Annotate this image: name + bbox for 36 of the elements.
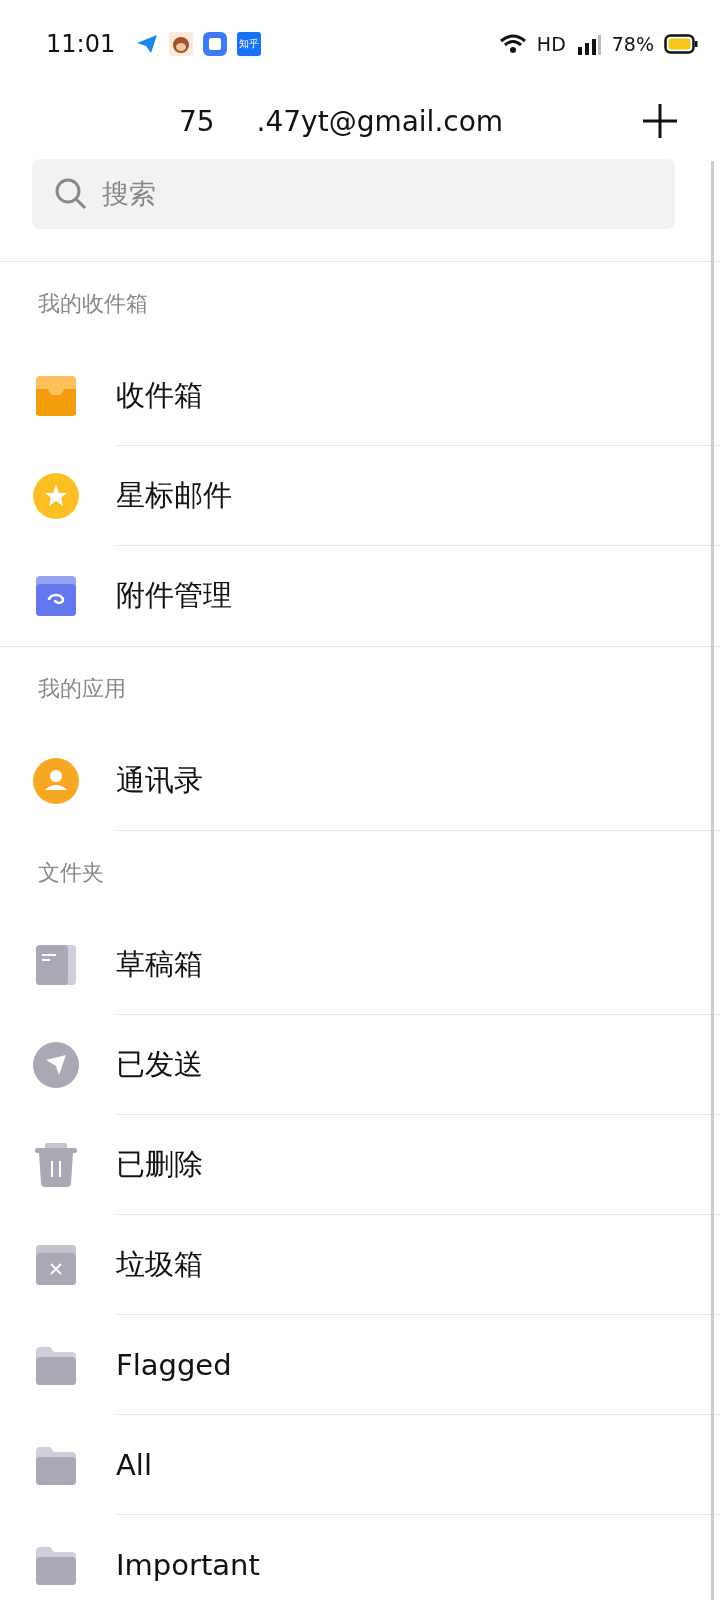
battery-percent: 78%: [611, 33, 654, 55]
section-title: 文件夹: [37, 859, 105, 887]
battery-icon: [664, 34, 698, 54]
folder-icon: [36, 1445, 76, 1485]
folder-item[interactable]: 星标邮件: [0, 446, 720, 546]
search-icon: [54, 177, 88, 211]
folder-item[interactable]: 已发送: [0, 1015, 720, 1115]
person-icon: [33, 758, 79, 804]
spam-box-icon: [36, 1245, 76, 1285]
folder-icon: [36, 1545, 76, 1585]
folder-icon: [36, 1345, 76, 1385]
folder-item[interactable]: Flagged: [0, 1315, 720, 1415]
network-label: HD: [536, 33, 566, 55]
folder-item[interactable]: 通讯录: [0, 731, 720, 831]
plus-icon[interactable]: [642, 103, 678, 139]
tray-icon: [36, 376, 76, 416]
signal-icon: [575, 33, 602, 55]
section-title: 我的收件箱: [37, 290, 149, 318]
account-email: .47yt@gmail.com: [256, 104, 504, 138]
folder-item[interactable]: 收件箱: [0, 346, 720, 446]
account-email: 75: [178, 104, 215, 138]
folder-item[interactable]: 垃圾箱: [0, 1215, 720, 1315]
document-icon: [36, 945, 76, 985]
app-icon: 知乎: [237, 32, 262, 56]
status-time: 11:01: [46, 30, 116, 58]
send-icon: [33, 1042, 79, 1088]
folder-item[interactable]: 草稿箱: [0, 915, 720, 1015]
folder-item[interactable]: 已删除: [0, 1115, 720, 1215]
folder-item[interactable]: Important: [0, 1515, 720, 1600]
trash-icon: [35, 1143, 77, 1187]
attachment-icon: [36, 576, 76, 616]
app-icon: [203, 32, 228, 56]
folder-item[interactable]: All: [0, 1415, 720, 1515]
wifi-icon: [498, 33, 527, 55]
section-title: 我的应用: [37, 675, 127, 703]
folder-item[interactable]: 附件管理: [0, 546, 720, 646]
